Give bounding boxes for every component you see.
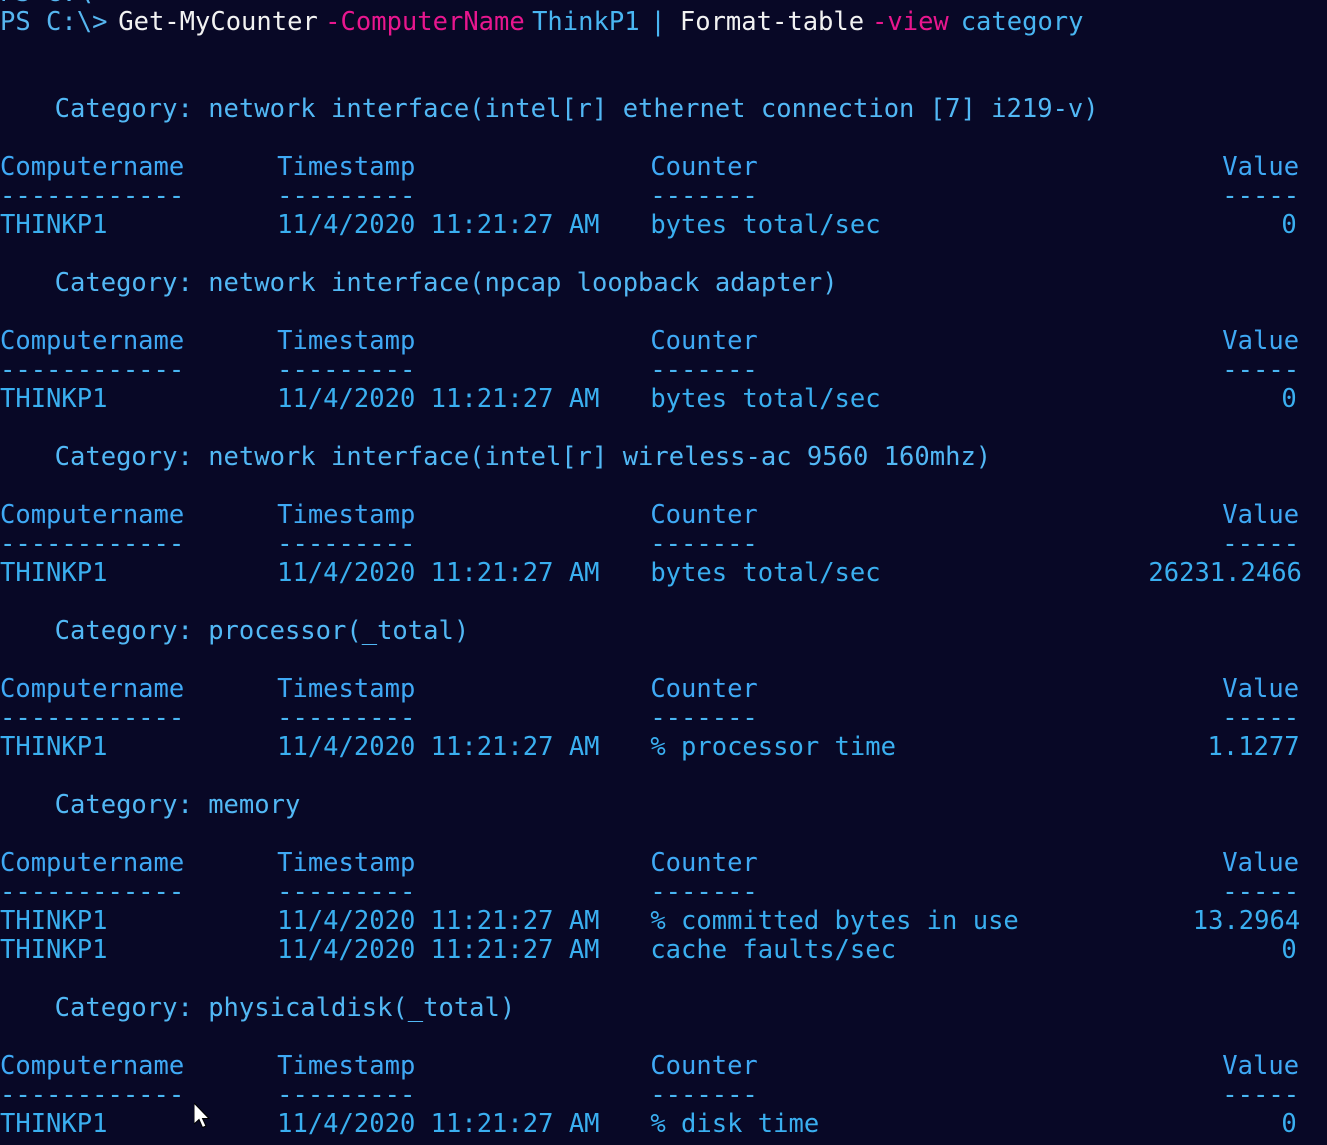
column-header-counter: Counter [650,500,758,530]
cell-counter: % processor time [650,732,896,762]
separator-value: ----- [1222,529,1300,559]
separator-computername: ------------ [0,181,185,211]
cell-computername: THINKP1 [0,732,108,762]
column-header-value: Value [1222,1051,1300,1081]
separator-value: ----- [1222,181,1300,211]
cell-value: 26231.2466 [1148,558,1302,588]
cell-computername: THINKP1 [0,935,108,965]
argument-computername: ThinkP1 [532,7,640,37]
separator-timestamp: --------- [277,703,416,733]
cell-timestamp: 11/4/2020 11:21:27 AM [277,906,600,936]
powershell-terminal[interactable]: PS C:\>PS C:\>Get-MyCounter-ComputerName… [0,0,1327,1145]
separator-value: ----- [1222,703,1300,733]
separator-computername: ------------ [0,355,185,385]
category-label: Category: network interface(intel[r] eth… [54,94,1099,124]
column-header-computername: Computername [0,674,185,704]
column-header-timestamp: Timestamp [277,1051,416,1081]
cell-computername: THINKP1 [0,1109,108,1139]
cell-counter: cache faults/sec [650,935,896,965]
category-label: Category: memory [54,790,301,820]
category-label: Category: physicaldisk(_total) [54,993,516,1023]
column-header-value: Value [1222,152,1300,182]
argument-view: category [960,7,1084,37]
cell-computername: THINKP1 [0,210,108,240]
separator-computername: ------------ [0,1080,185,1110]
category-label: Category: network interface(intel[r] wir… [54,442,992,472]
column-header-timestamp: Timestamp [277,152,416,182]
cell-value: 0 [1281,384,1297,414]
separator-counter: ------- [650,181,758,211]
cell-timestamp: 11/4/2020 11:21:27 AM [277,210,600,240]
separator-value: ----- [1222,1080,1300,1110]
column-header-timestamp: Timestamp [277,500,416,530]
cell-computername: THINKP1 [0,906,108,936]
pipe-operator: | [650,7,666,37]
cell-timestamp: 11/4/2020 11:21:27 AM [277,935,600,965]
column-header-timestamp: Timestamp [277,674,416,704]
column-header-computername: Computername [0,326,185,356]
command-name-format-table: Format-table [679,7,865,37]
separator-timestamp: --------- [277,877,416,907]
separator-computername: ------------ [0,529,185,559]
cell-timestamp: 11/4/2020 11:21:27 AM [277,732,600,762]
cell-counter: bytes total/sec [650,384,881,414]
separator-counter: ------- [650,529,758,559]
separator-counter: ------- [650,703,758,733]
column-header-counter: Counter [650,152,758,182]
separator-value: ----- [1222,877,1300,907]
cell-computername: THINKP1 [0,384,108,414]
column-header-counter: Counter [650,326,758,356]
cell-timestamp: 11/4/2020 11:21:27 AM [277,1109,600,1139]
column-header-value: Value [1222,326,1300,356]
separator-timestamp: --------- [277,1080,416,1110]
separator-value: ----- [1222,355,1300,385]
cell-value: 1.1277 [1207,732,1300,762]
separator-counter: ------- [650,1080,758,1110]
category-label: Category: processor(_total) [54,616,470,646]
separator-computername: ------------ [0,703,185,733]
column-header-value: Value [1222,674,1300,704]
cell-counter: bytes total/sec [650,210,881,240]
separator-computername: ------------ [0,877,185,907]
separator-timestamp: --------- [277,181,416,211]
cell-computername: THINKP1 [0,558,108,588]
cell-timestamp: 11/4/2020 11:21:27 AM [277,384,600,414]
separator-timestamp: --------- [277,529,416,559]
parameter-view: -view [872,7,949,37]
separator-counter: ------- [650,355,758,385]
column-header-timestamp: Timestamp [277,326,416,356]
category-label: Category: network interface(npcap loopba… [54,268,838,298]
column-header-computername: Computername [0,1051,185,1081]
cell-timestamp: 11/4/2020 11:21:27 AM [277,558,600,588]
prompt-text: PS C:\> [0,7,108,37]
cell-value: 0 [1281,1109,1297,1139]
column-header-timestamp: Timestamp [277,848,416,878]
column-header-computername: Computername [0,848,185,878]
separator-counter: ------- [650,877,758,907]
cell-counter: % disk time [650,1109,820,1139]
column-header-counter: Counter [650,674,758,704]
cell-value: 0 [1281,935,1297,965]
column-header-value: Value [1222,500,1300,530]
column-header-counter: Counter [650,848,758,878]
column-header-counter: Counter [650,1051,758,1081]
cell-counter: % committed bytes in use [650,906,1019,936]
column-header-computername: Computername [0,152,185,182]
column-header-computername: Computername [0,500,185,530]
parameter-computername: -ComputerName [325,7,525,37]
command-name: Get-MyCounter [118,7,318,37]
cell-value: 0 [1281,210,1297,240]
cell-counter: bytes total/sec [650,558,881,588]
column-header-value: Value [1222,848,1300,878]
separator-timestamp: --------- [277,355,416,385]
cell-value: 13.2964 [1192,906,1301,936]
